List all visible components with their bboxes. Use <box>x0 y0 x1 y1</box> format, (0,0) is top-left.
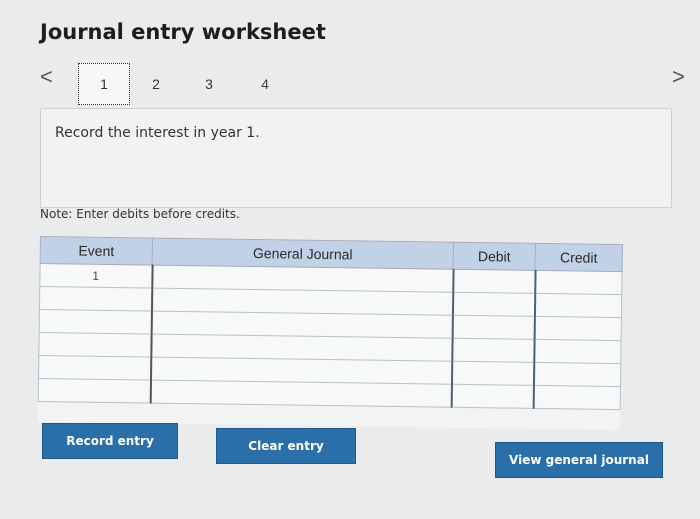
tab-1[interactable]: 1 <box>78 63 130 105</box>
note-text: Note: Enter debits before credits. <box>40 207 240 221</box>
column-header-event: Event <box>40 236 153 266</box>
chevron-right-icon[interactable]: > <box>672 66 685 88</box>
credit-input[interactable] <box>533 385 621 410</box>
page-title: Journal entry worksheet <box>40 20 326 44</box>
general-journal-input[interactable] <box>150 380 452 408</box>
event-cell <box>39 286 152 312</box>
event-cell <box>38 378 151 404</box>
credit-input[interactable] <box>534 316 622 341</box>
event-cell <box>38 355 151 381</box>
credit-input[interactable] <box>534 270 623 295</box>
debit-input[interactable] <box>451 338 535 363</box>
debit-input[interactable] <box>451 361 534 386</box>
credit-input[interactable] <box>533 362 621 387</box>
debit-input[interactable] <box>451 384 534 409</box>
tab-bar: 1 2 3 4 <box>78 62 294 106</box>
clear-entry-button[interactable]: Clear entry <box>216 428 356 464</box>
column-header-general-journal: General Journal <box>152 238 454 270</box>
credit-input[interactable] <box>534 293 622 318</box>
credit-input[interactable] <box>533 339 622 364</box>
debit-input[interactable] <box>452 315 535 340</box>
journal-table: Event General Journal Debit Credit 1 <box>37 236 623 431</box>
tab-2[interactable]: 2 <box>130 64 182 104</box>
record-entry-button[interactable]: Record entry <box>42 423 178 459</box>
prompt-box: Record the interest in year 1. <box>40 108 672 208</box>
debit-input[interactable] <box>452 269 536 294</box>
view-general-journal-button[interactable]: View general journal <box>495 442 663 478</box>
tab-3[interactable]: 3 <box>182 64 236 104</box>
tab-4[interactable]: 4 <box>236 64 294 104</box>
column-header-debit: Debit <box>453 242 536 271</box>
chevron-left-icon[interactable]: < <box>40 66 53 88</box>
event-cell <box>39 309 152 335</box>
event-cell: 1 <box>39 263 153 289</box>
event-cell <box>38 332 152 358</box>
column-header-credit: Credit <box>535 243 623 272</box>
prompt-text: Record the interest in year 1. <box>55 125 260 141</box>
debit-input[interactable] <box>452 292 535 317</box>
